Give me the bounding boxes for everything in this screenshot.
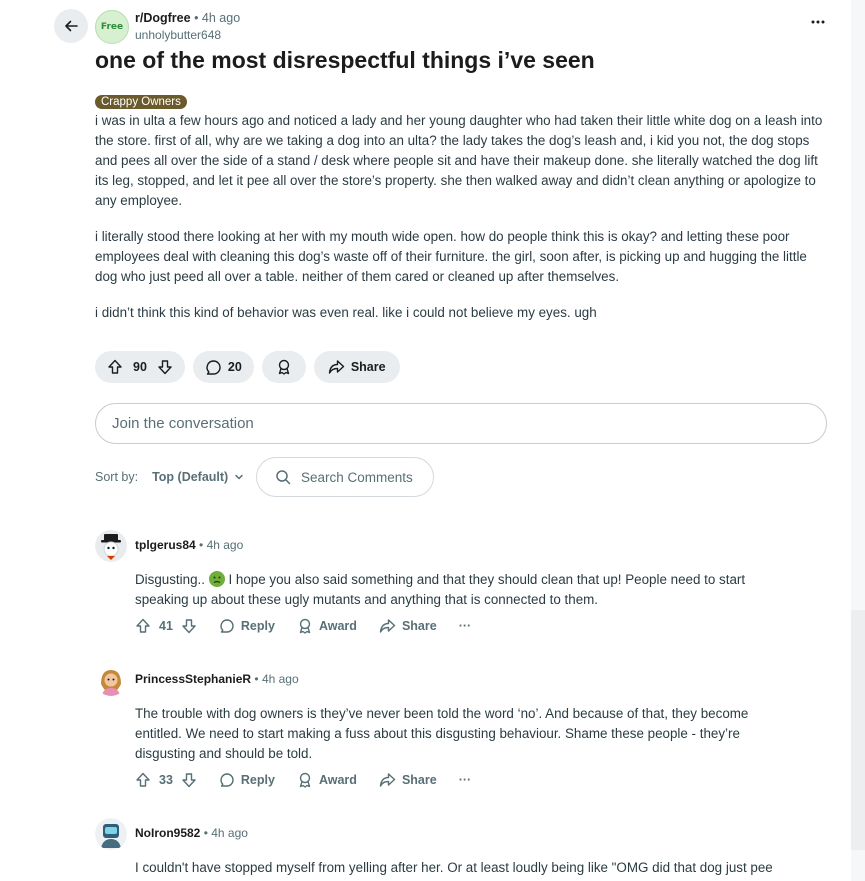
share-label: Share bbox=[350, 360, 386, 374]
comment: PrincessStephanieR • 4h ago The trouble … bbox=[95, 664, 835, 794]
comment-text: Disgusting.. I hope you also said someth… bbox=[135, 570, 785, 610]
comment-time: 4h ago bbox=[206, 538, 244, 552]
sort-control: Sort by: Top (Default) bbox=[95, 470, 244, 484]
comment-text-part: I hope you also said something and that … bbox=[135, 572, 746, 607]
sort-dropdown[interactable]: Top (Default) bbox=[152, 470, 244, 484]
comment-text-part: Disgusting.. bbox=[135, 572, 205, 587]
join-conversation-input[interactable]: Join the conversation bbox=[95, 403, 827, 444]
downvote-icon[interactable] bbox=[181, 618, 197, 634]
vote-count: 90 bbox=[133, 360, 147, 374]
upvote-icon[interactable] bbox=[135, 772, 151, 788]
comments-button[interactable]: 20 bbox=[192, 351, 254, 383]
comment-time: 4h ago bbox=[261, 672, 299, 686]
comment-header: PrincessStephanieR • 4h ago bbox=[135, 672, 299, 686]
award-button[interactable]: Award bbox=[297, 772, 357, 788]
search-placeholder: Search Comments bbox=[301, 469, 413, 485]
search-icon bbox=[276, 470, 291, 485]
award-button[interactable]: Award bbox=[297, 618, 357, 634]
award-button[interactable] bbox=[261, 351, 306, 383]
comment-text: The trouble with dog owners is they’ve n… bbox=[135, 706, 749, 761]
scrollbar-thumb[interactable] bbox=[851, 610, 865, 850]
subreddit-avatar[interactable]: Free bbox=[95, 10, 129, 44]
downvote-icon[interactable] bbox=[181, 772, 197, 788]
post-actions: 90 20 Share bbox=[95, 351, 400, 383]
comment: NoIron9582 • 4h ago I couldn't have stop… bbox=[95, 818, 835, 881]
upvote-icon[interactable] bbox=[135, 618, 151, 634]
share-icon bbox=[328, 360, 345, 374]
post-flair[interactable]: Crappy Owners bbox=[95, 95, 187, 109]
comment-username[interactable]: NoIron9582 bbox=[135, 826, 200, 840]
subreddit-link[interactable]: r/Dogfree bbox=[135, 11, 191, 25]
subreddit-avatar-text: Free bbox=[100, 21, 124, 32]
post-time: 4h ago bbox=[201, 11, 241, 25]
avatar[interactable] bbox=[95, 664, 127, 696]
vote-count: 41 bbox=[159, 619, 173, 633]
award-label: Award bbox=[318, 619, 357, 633]
share-button[interactable]: Share bbox=[379, 772, 437, 788]
post-body: i was in ulta a few hours ago and notice… bbox=[95, 111, 830, 339]
award-icon bbox=[299, 772, 311, 788]
comment-header: NoIron9582 • 4h ago bbox=[135, 826, 248, 840]
reply-label: Reply bbox=[240, 619, 275, 633]
reply-icon bbox=[220, 773, 234, 787]
sort-label: Sort by: bbox=[95, 470, 139, 484]
sort-value: Top (Default) bbox=[152, 470, 229, 484]
post-title: one of the most disrespectful things i’v… bbox=[95, 47, 595, 73]
comment-actions: 41 Reply Award Share ··· bbox=[135, 618, 493, 634]
meta-separator: • bbox=[199, 538, 207, 552]
post-paragraph: i didn’t think this kind of behavior was… bbox=[95, 305, 597, 320]
reply-icon bbox=[220, 619, 234, 633]
comment-time: 4h ago bbox=[211, 826, 248, 840]
reply-label: Reply bbox=[240, 773, 275, 787]
award-icon bbox=[278, 359, 290, 375]
comment-header: tplgerus84 • 4h ago bbox=[135, 538, 243, 552]
sick-face-emoji bbox=[208, 571, 225, 587]
comment-count: 20 bbox=[227, 360, 242, 374]
award-icon bbox=[299, 618, 311, 634]
post-meta: r/Dogfree • 4h ago bbox=[135, 11, 240, 25]
search-comments-input[interactable]: Search Comments bbox=[256, 457, 434, 497]
comment-username[interactable]: tplgerus84 bbox=[135, 538, 196, 552]
chevron-down-icon bbox=[235, 474, 243, 480]
share-icon bbox=[379, 773, 396, 787]
vote-group: 41 bbox=[135, 618, 197, 634]
comment-actions: 33 Reply Award Share ··· bbox=[135, 772, 493, 788]
comment: tplgerus84 • 4h ago Disgusting.. I hope … bbox=[95, 530, 835, 650]
post-paragraph: i was in ulta a few hours ago and notice… bbox=[95, 113, 823, 208]
post-paragraph: i literally stood there looking at her w… bbox=[95, 229, 807, 284]
share-label: Share bbox=[401, 619, 437, 633]
reply-button[interactable]: Reply bbox=[219, 618, 275, 634]
avatar[interactable] bbox=[95, 818, 127, 850]
avatar[interactable] bbox=[95, 530, 127, 562]
back-button[interactable] bbox=[54, 9, 88, 43]
share-button[interactable]: Share bbox=[379, 618, 437, 634]
comment-icon bbox=[206, 359, 221, 375]
upvote-icon[interactable] bbox=[107, 359, 123, 375]
vote-count: 33 bbox=[159, 773, 173, 787]
share-label: Share bbox=[401, 773, 437, 787]
award-label: Award bbox=[318, 773, 357, 787]
comment-text: I couldn't have stopped myself from yell… bbox=[135, 860, 773, 875]
downvote-icon[interactable] bbox=[157, 359, 173, 375]
vote-group: 90 bbox=[95, 351, 185, 383]
share-button[interactable]: Share bbox=[313, 351, 400, 383]
back-arrow-icon bbox=[65, 20, 78, 32]
more-options-button[interactable]: ··· bbox=[459, 773, 472, 787]
meta-separator: • bbox=[194, 11, 202, 25]
more-options-button[interactable] bbox=[806, 14, 830, 38]
share-icon bbox=[379, 619, 396, 633]
meta-separator: • bbox=[254, 672, 262, 686]
vote-group: 33 bbox=[135, 772, 197, 788]
post-author[interactable]: unholybutter648 bbox=[135, 28, 221, 42]
comment-username[interactable]: PrincessStephanieR bbox=[135, 672, 251, 686]
more-icon bbox=[811, 20, 825, 24]
reply-button[interactable]: Reply bbox=[219, 772, 275, 788]
more-options-button[interactable]: ··· bbox=[459, 619, 472, 633]
